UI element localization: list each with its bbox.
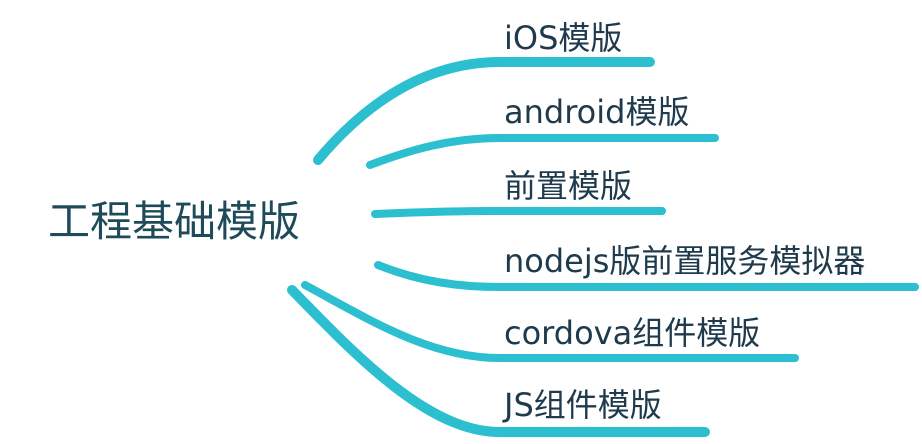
branch-connector-prefix — [371, 207, 666, 218]
branch-cordova-component-template: cordova组件模版 — [504, 314, 761, 352]
branch-connector-android — [366, 134, 719, 169]
branch-android-template: android模版 — [504, 93, 690, 131]
branch-js-component-template: JS组件模版 — [504, 386, 662, 424]
branch-nodejs-simulator: nodejs版前置服务模拟器 — [504, 242, 866, 280]
branch-prefix-template: 前置模版 — [504, 167, 633, 205]
branch-ios-template: iOS模版 — [504, 19, 623, 57]
root-topic: 工程基础模版 — [48, 197, 301, 246]
